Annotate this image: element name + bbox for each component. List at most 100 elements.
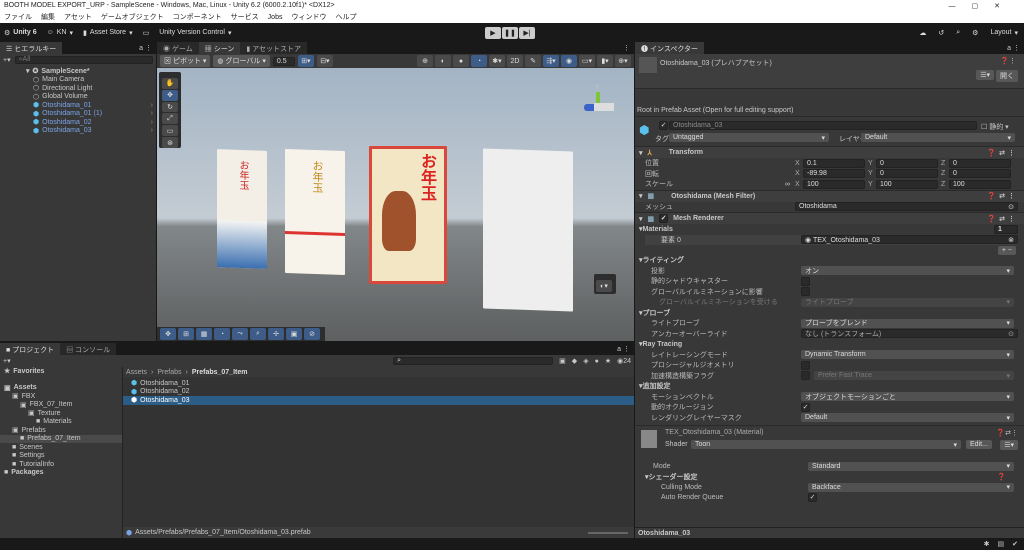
- z-field[interactable]: 100: [949, 179, 1011, 189]
- property-dropdown[interactable]: Dynamic Transform ▾: [801, 350, 1014, 360]
- breadcrumb-item[interactable]: Prefabs_07_Item: [192, 369, 248, 376]
- x-field[interactable]: 0.1: [803, 158, 865, 168]
- breadcrumb-item[interactable]: Assets: [126, 369, 147, 376]
- search-by-type-icon[interactable]: ▣: [559, 357, 566, 365]
- hierarchy-item[interactable]: ⬡ Main Camera: [0, 76, 156, 85]
- property-checkbox[interactable]: [801, 371, 810, 381]
- shader-presets[interactable]: ☰▾: [1000, 440, 1018, 450]
- notifications-icon[interactable]: ▤: [998, 540, 1005, 548]
- rect-tool-icon[interactable]: ▭: [162, 125, 178, 137]
- snap-input[interactable]: 0.5: [272, 56, 295, 66]
- label-icon[interactable]: ◈: [583, 357, 588, 365]
- shaded-icon[interactable]: ●: [453, 55, 469, 67]
- chevron-right-icon[interactable]: ›: [151, 127, 153, 134]
- unlit-icon[interactable]: ◔: [471, 55, 487, 67]
- increment-snap-button[interactable]: ⊟▾: [316, 55, 333, 67]
- otoshidama-card-02[interactable]: お年玉: [285, 148, 345, 276]
- project-folder[interactable]: ▣ FBX_07_Item: [0, 401, 122, 410]
- pivot-dropdown[interactable]: ⊠ ピボット ▾: [160, 55, 211, 67]
- hierarchy-item[interactable]: ⬢ Otoshidama_01 (1) ›: [0, 110, 156, 119]
- layout-dropdown[interactable]: Layout ▾: [990, 29, 1018, 37]
- menu-edit[interactable]: 編集: [41, 12, 55, 22]
- section-foldout[interactable]: ▾ Ray Tracing: [635, 339, 1024, 350]
- info-icon[interactable]: ●: [595, 358, 599, 365]
- render-mode[interactable]: ▮▾: [597, 55, 613, 67]
- y-field[interactable]: 100: [876, 179, 938, 189]
- y-field[interactable]: 0: [876, 158, 938, 168]
- x-field[interactable]: 100: [803, 179, 865, 189]
- account-button[interactable]: ☺ KN ▾: [47, 29, 73, 37]
- menu-help[interactable]: ヘルプ: [335, 12, 356, 22]
- otoshidama-card-04[interactable]: [483, 148, 573, 312]
- project-folder[interactable]: ▣ FBX: [0, 392, 122, 401]
- gizmos-dropdown[interactable]: ⊕▾: [615, 55, 631, 67]
- tab-project[interactable]: ■ プロジェクト: [0, 343, 61, 355]
- play-button[interactable]: ▶: [485, 27, 501, 39]
- project-folder[interactable]: ★ Favorites: [0, 367, 122, 376]
- menu-window[interactable]: ウィンドウ: [291, 12, 326, 22]
- mesh-filter-header[interactable]: ▾ ▦ Otoshidama (Mesh Filter) ❓⇄⋮: [635, 189, 1024, 202]
- property-dropdown[interactable]: Prefer Fast Trace ▾: [814, 371, 1014, 381]
- project-folder[interactable]: ■ Materials: [0, 418, 122, 427]
- camera-overlay[interactable]: ◐▾: [594, 274, 616, 294]
- project-folder[interactable]: ■ Prefabs_07_Item: [0, 434, 122, 443]
- lock-icon[interactable]: a ⋮: [1003, 44, 1024, 54]
- menu-jobs[interactable]: Jobs: [268, 14, 283, 21]
- filter-type-icon[interactable]: ◆: [572, 357, 577, 365]
- hand-tool-icon[interactable]: ✋: [162, 78, 178, 89]
- project-search-input[interactable]: ⌕: [393, 357, 554, 365]
- add-remove-buttons[interactable]: + −: [997, 246, 1016, 255]
- menu-component[interactable]: コンポーネント: [173, 12, 222, 22]
- move-tool-icon[interactable]: ✥: [162, 89, 178, 101]
- orientation-gizmo[interactable]: y: [578, 84, 618, 128]
- project-folder[interactable]: ■ Packages: [0, 469, 122, 478]
- add-button[interactable]: +▾: [3, 357, 11, 365]
- asset-store-button[interactable]: ▮ Asset Store ▾: [83, 29, 133, 37]
- component-menu-icons[interactable]: ❓⇄⋮: [987, 215, 1018, 223]
- debug-icon[interactable]: ✱▾: [489, 55, 505, 67]
- edit-shader-button[interactable]: Edit...: [966, 440, 992, 449]
- tool-icon[interactable]: ▦: [196, 328, 212, 340]
- transform-tool-icon[interactable]: ⊛: [162, 137, 178, 148]
- scale-tool-icon[interactable]: ⤢: [162, 113, 178, 125]
- layer-dropdown[interactable]: Default ▾: [861, 133, 1015, 142]
- project-folder[interactable]: ▣ Assets: [0, 384, 122, 393]
- debug-icon[interactable]: ✱: [984, 540, 990, 548]
- hierarchy-item[interactable]: ⬡ Global Volume: [0, 93, 156, 102]
- static-toggle[interactable]: ☐ 静的 ▾: [981, 122, 1009, 132]
- otoshidama-card-03[interactable]: お年玉: [369, 146, 447, 284]
- element-field[interactable]: ◉ TEX_Otoshidama_03 ⊗: [801, 235, 1018, 245]
- visibility-toggle[interactable]: ◉: [561, 55, 577, 67]
- constrain-proportions-icon[interactable]: ∞: [785, 181, 790, 188]
- scene-item[interactable]: ▾ ✪ SampleScene*: [0, 67, 156, 76]
- presets-dropdown[interactable]: ☰▾: [976, 70, 994, 80]
- tool-icon[interactable]: ▣: [286, 328, 302, 340]
- tab-game[interactable]: ◉ ゲーム: [157, 42, 199, 54]
- z-field[interactable]: 0: [949, 169, 1011, 179]
- tool-icon[interactable]: ◔: [214, 328, 230, 340]
- version-control-button[interactable]: Unity Version Control ▾: [159, 29, 231, 37]
- unity-menu[interactable]: ⚙ Unity 6: [4, 29, 37, 37]
- project-file[interactable]: ⬢ Otoshidama_02: [123, 388, 634, 397]
- property-checkbox[interactable]: [801, 276, 810, 286]
- pause-button[interactable]: ❚❚: [502, 27, 518, 39]
- project-folder[interactable]: ▣ Texture: [0, 409, 122, 418]
- tool-icon[interactable]: ⤳: [232, 328, 248, 340]
- hierarchy-item[interactable]: ⬢ Otoshidama_02 ›: [0, 118, 156, 127]
- more-icon[interactable]: ⋮: [619, 44, 634, 54]
- project-file[interactable]: ⬢ Otoshidama_03: [123, 396, 634, 405]
- 2d-toggle[interactable]: 2D: [507, 55, 523, 67]
- component-menu-icons[interactable]: ❓⇄⋮: [987, 149, 1018, 157]
- grid-snap-button[interactable]: ⊞▾: [297, 55, 314, 67]
- property-dropdown[interactable]: Default ▾: [801, 413, 1014, 423]
- tab-hierarchy[interactable]: ☰ ヒエラルキー: [0, 42, 63, 54]
- name-field[interactable]: Otoshidama_03: [669, 121, 977, 130]
- project-folder[interactable]: ▣ Prefabs: [0, 426, 122, 435]
- hierarchy-search-input[interactable]: ⌕ All: [14, 55, 153, 64]
- property-checkbox[interactable]: ✓: [801, 402, 810, 412]
- section-foldout[interactable]: ▾ ライティング: [635, 255, 1024, 266]
- icon-size-slider[interactable]: [588, 531, 628, 534]
- lighting-toggle[interactable]: ✎: [525, 55, 541, 67]
- step-button[interactable]: ▶|: [519, 27, 535, 39]
- scene-viewport[interactable]: ✋ ✥ ↻ ⤢ ▭ ⊛ お年玉 お年玉 お年玉 y ◐▾ ✥ ⊞ ▦ ◔ ⤳ ⌕ ✢ ▣ ⊘: [157, 68, 634, 341]
